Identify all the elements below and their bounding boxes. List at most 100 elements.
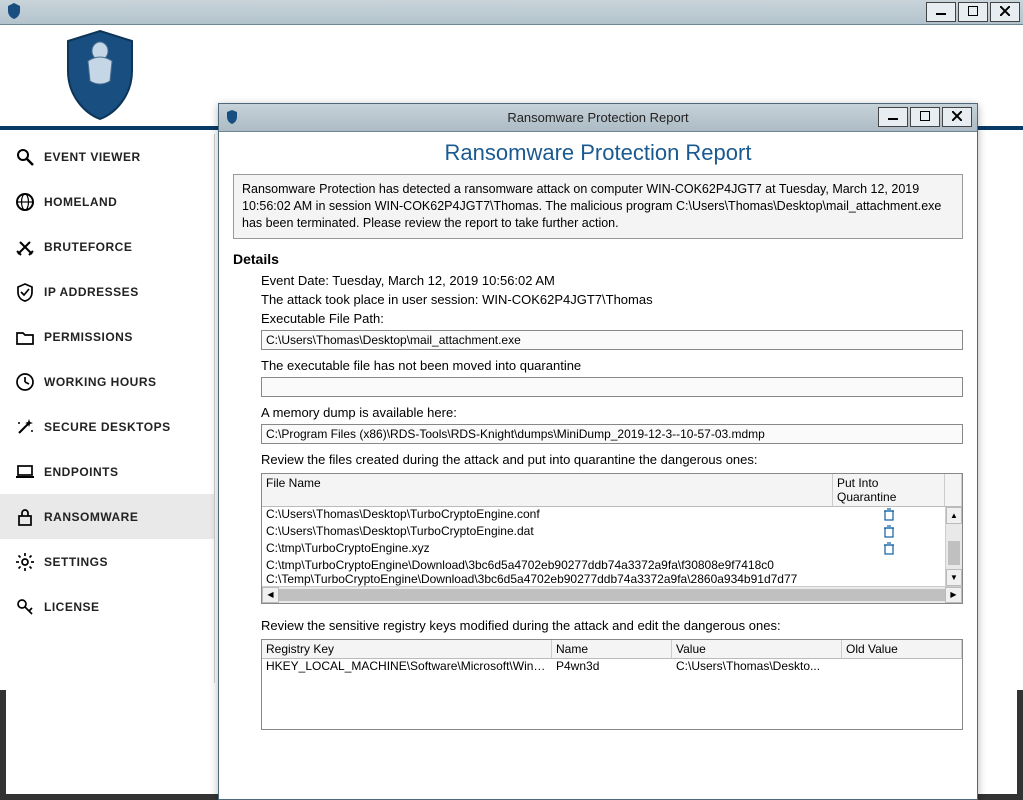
sidebar-item-secure-desktops[interactable]: SECURE DESKTOPS <box>0 404 214 449</box>
sidebar-item-settings[interactable]: SETTINGS <box>0 539 214 584</box>
reg-table-body[interactable]: HKEY_LOCAL_MACHINE\Software\Microsoft\Wi… <box>262 659 962 729</box>
reg-col-old[interactable]: Old Value <box>842 640 962 658</box>
exe-path-field[interactable]: C:\Users\Thomas\Desktop\mail_attachment.… <box>261 330 963 350</box>
file-table-scrollbar-h[interactable]: ◀ ▶ <box>262 586 962 603</box>
file-table-body[interactable]: C:\Users\Thomas\Desktop\TurboCryptoEngin… <box>262 507 962 586</box>
scrollbar-thumb[interactable] <box>279 589 945 601</box>
swords-icon <box>12 237 38 257</box>
sidebar-item-permissions[interactable]: PERMISSIONS <box>0 314 214 359</box>
dump-label: A memory dump is available here: <box>261 405 963 420</box>
quarantine-cell-empty <box>833 558 945 572</box>
reg-old-cell <box>842 659 962 673</box>
report-titlebar[interactable]: Ransomware Protection Report <box>219 104 977 132</box>
sidebar-item-label: RANSOMWARE <box>44 510 138 524</box>
table-row[interactable]: HKEY_LOCAL_MACHINE\Software\Microsoft\Wi… <box>262 659 962 673</box>
dump-path-field[interactable]: C:\Program Files (x86)\RDS-Tools\RDS-Kni… <box>261 424 963 444</box>
key-icon <box>12 597 38 617</box>
table-row[interactable]: C:\Users\Thomas\Desktop\TurboCryptoEngin… <box>262 507 945 524</box>
sidebar-item-label: HOMELAND <box>44 195 117 209</box>
exe-path-label: Executable File Path: <box>261 311 963 326</box>
sidebar-item-homeland[interactable]: HOMELAND <box>0 179 214 224</box>
main-minimize-button[interactable] <box>926 2 956 22</box>
main-maximize-button[interactable] <box>958 2 988 22</box>
reg-name-cell: P4wn3d <box>552 659 672 673</box>
file-table-col-quarantine[interactable]: Put Into Quarantine <box>833 474 945 506</box>
reg-col-name[interactable]: Name <box>552 640 672 658</box>
shield-icon <box>225 109 239 128</box>
report-window: Ransomware Protection Report Ransomware … <box>218 103 978 800</box>
quarantine-button[interactable] <box>833 507 945 524</box>
sidebar-item-label: SETTINGS <box>44 555 108 569</box>
scroll-right-icon[interactable]: ▶ <box>945 587 962 603</box>
file-table: File Name Put Into Quarantine C:\Users\T… <box>261 473 963 604</box>
sidebar-item-label: EVENT VIEWER <box>44 150 141 164</box>
scrollbar-thumb[interactable] <box>948 541 960 565</box>
sidebar-item-bruteforce[interactable]: BRUTEFORCE <box>0 224 214 269</box>
quarantine-status-label: The executable file has not been moved i… <box>261 358 963 373</box>
quarantine-button[interactable] <box>833 524 945 541</box>
quarantine-path-field[interactable] <box>261 377 963 397</box>
laptop-icon <box>12 462 38 482</box>
table-row[interactable]: C:\tmp\TurboCryptoEngine.xyz <box>262 541 945 558</box>
close-icon <box>952 110 962 125</box>
file-name-cell: C:\tmp\TurboCryptoEngine\Download\3bc6d5… <box>262 558 833 572</box>
session-line: The attack took place in user session: W… <box>261 292 963 307</box>
quarantine-button[interactable] <box>833 541 945 558</box>
quarantine-cell-empty <box>833 572 945 586</box>
sidebar-item-label: SECURE DESKTOPS <box>44 420 171 434</box>
file-name-cell: C:\Users\Thomas\Desktop\TurboCryptoEngin… <box>262 507 833 524</box>
maximize-icon <box>920 110 930 125</box>
sidebar-item-ransomware[interactable]: RANSOMWARE <box>0 494 214 539</box>
sidebar-item-working-hours[interactable]: WORKING HOURS <box>0 359 214 404</box>
scroll-left-icon[interactable]: ◀ <box>262 587 279 603</box>
search-icon <box>12 147 38 167</box>
scroll-down-icon[interactable]: ▼ <box>946 569 962 586</box>
reg-col-value[interactable]: Value <box>672 640 842 658</box>
gear-icon <box>12 552 38 572</box>
folder-icon <box>12 327 38 347</box>
wand-icon <box>12 417 38 437</box>
registry-review-label: Review the sensitive registry keys modif… <box>261 618 963 633</box>
close-icon <box>1000 6 1010 19</box>
sidebar-item-ip-addresses[interactable]: IP ADDRESSES <box>0 269 214 314</box>
globe-icon <box>12 192 38 212</box>
table-row[interactable]: C:\Users\Thomas\Desktop\TurboCryptoEngin… <box>262 524 945 541</box>
file-table-scrollbar-v[interactable]: ▲ ▼ <box>945 507 962 586</box>
app-logo-shield-icon <box>60 27 140 125</box>
report-window-title: Ransomware Protection Report <box>507 110 688 125</box>
report-maximize-button[interactable] <box>910 107 940 127</box>
table-row[interactable]: C:\Temp\TurboCryptoEngine\Download\3bc6d… <box>262 572 945 586</box>
scroll-up-icon[interactable]: ▲ <box>946 507 962 524</box>
file-table-scroll-col <box>945 474 962 506</box>
report-close-button[interactable] <box>942 107 972 127</box>
file-name-cell: C:\tmp\TurboCryptoEngine.xyz <box>262 541 833 558</box>
details-heading: Details <box>233 251 963 267</box>
event-date-line: Event Date: Tuesday, March 12, 2019 10:5… <box>261 273 963 288</box>
shield-check-icon <box>12 282 38 302</box>
sidebar-item-label: WORKING HOURS <box>44 375 157 389</box>
report-minimize-button[interactable] <box>878 107 908 127</box>
main-close-button[interactable] <box>990 2 1020 22</box>
table-row[interactable]: C:\tmp\TurboCryptoEngine\Download\3bc6d5… <box>262 558 945 572</box>
reg-key-cell: HKEY_LOCAL_MACHINE\Software\Microsoft\Wi… <box>262 659 552 673</box>
file-name-cell: C:\Temp\TurboCryptoEngine\Download\3bc6d… <box>262 572 833 586</box>
sidebar-item-label: PERMISSIONS <box>44 330 133 344</box>
sidebar-item-license[interactable]: LICENSE <box>0 584 214 629</box>
sidebar-item-event-viewer[interactable]: EVENT VIEWER <box>0 134 214 179</box>
maximize-icon <box>968 6 978 19</box>
reg-col-key[interactable]: Registry Key <box>262 640 552 658</box>
sidebar-item-label: BRUTEFORCE <box>44 240 132 254</box>
reg-value-cell: C:\Users\Thomas\Deskto... <box>672 659 842 673</box>
sidebar-item-label: LICENSE <box>44 600 100 614</box>
lock-icon <box>12 507 38 527</box>
file-table-col-name[interactable]: File Name <box>262 474 833 506</box>
files-review-label: Review the files created during the atta… <box>261 452 963 467</box>
sidebar-item-label: IP ADDRESSES <box>44 285 139 299</box>
report-body: Ransomware Protection Report Ransomware … <box>219 132 977 799</box>
registry-table: Registry Key Name Value Old Value HKEY_L… <box>261 639 963 730</box>
minimize-icon <box>888 110 898 125</box>
report-heading: Ransomware Protection Report <box>233 140 963 166</box>
main-titlebar[interactable] <box>0 0 1023 25</box>
sidebar-item-endpoints[interactable]: ENDPOINTS <box>0 449 214 494</box>
file-name-cell: C:\Users\Thomas\Desktop\TurboCryptoEngin… <box>262 524 833 541</box>
